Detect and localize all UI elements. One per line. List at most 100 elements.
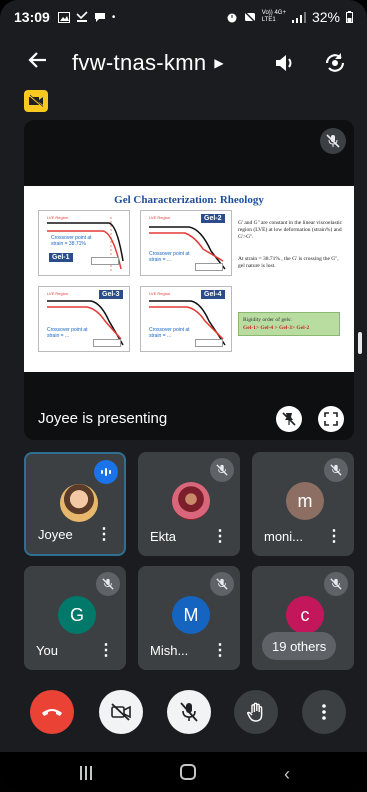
participant-name: Mish... [150, 643, 189, 658]
battery-icon [346, 11, 353, 23]
raise-hand-button[interactable] [234, 690, 278, 734]
back-arrow-icon[interactable] [18, 49, 58, 77]
fullscreen-icon [324, 412, 338, 426]
mic-off-icon [330, 464, 342, 476]
rigidity-box: Rigidity order of gels: Gel-1> Gel-4 > G… [238, 312, 340, 336]
mic-off-button[interactable] [167, 690, 211, 734]
mic-off-icon [216, 464, 228, 476]
avatar: c [286, 596, 324, 634]
clock: 13:09 [14, 9, 50, 25]
rigidity-order: Gel-1> Gel-4 > Gel-3> Gel-2 [243, 325, 310, 331]
dropdown-caret-icon[interactable]: ▶ [214, 56, 223, 70]
unpin-button[interactable] [276, 406, 302, 432]
speaking-indicator [94, 460, 118, 484]
more-vert-icon[interactable]: ⋮ [212, 526, 228, 546]
more-options-icon [322, 704, 326, 720]
more-vert-icon[interactable]: ⋮ [98, 640, 114, 660]
no-recording-badge [24, 90, 48, 112]
graph-label: Gel-2 [201, 214, 225, 223]
recent-apps-icon[interactable] [78, 766, 94, 780]
avatar [172, 482, 210, 520]
crossover-note: Crossover point at strain = ... [149, 251, 190, 263]
network-bottom: LTE1 [261, 17, 276, 23]
shared-slide: Gel Characterization: Rheology LVE Regio… [24, 186, 354, 372]
participant-mute [210, 572, 234, 596]
slide-text-crossover: At strain = 38.71% , the G' is crossing … [238, 256, 339, 269]
camera-off-button[interactable] [99, 690, 143, 734]
rheology-graph: LVE Region Crossover point at strain = 3… [38, 210, 130, 276]
mic-off-icon [102, 578, 114, 590]
fullscreen-button[interactable] [318, 406, 344, 432]
more-vert-icon[interactable]: ⋮ [212, 640, 228, 660]
participant-name: You [36, 643, 58, 658]
avatar [60, 484, 98, 522]
graph-label: Gel-1 [49, 253, 73, 262]
hang-up-icon [42, 709, 62, 716]
graph-legend [93, 339, 121, 347]
4g-signal-icon [291, 11, 306, 23]
graph-legend [195, 339, 223, 347]
more-vert-icon[interactable]: ⋮ [326, 526, 342, 546]
participant-tile[interactable]: Joyee ⋮ [24, 452, 126, 556]
gallery-icon [57, 11, 70, 23]
rheology-graph: LVE Region Gel-2 Crossover point at stra… [140, 210, 232, 276]
battery-level: 32% [311, 9, 340, 25]
android-nav-bar: ‹ [0, 752, 367, 792]
crossover-note: Crossover point at strain = ... [47, 327, 88, 339]
slide-text-lve: G' and G'' are constant in the linear vi… [238, 220, 343, 240]
camera-off-icon [111, 703, 131, 721]
more-options-button[interactable] [302, 690, 346, 734]
crossover-note: Crossover point at strain = 38.71% [51, 235, 92, 247]
presentation-mic-off [320, 128, 346, 154]
avatar: G [58, 596, 96, 634]
avatar-letter: G [69, 604, 84, 625]
mute-icon [244, 12, 255, 22]
scrollbar[interactable] [358, 332, 362, 354]
participant-tile[interactable]: G You ⋮ [24, 566, 126, 670]
missed-call-icon [76, 11, 88, 22]
participant-mute [96, 572, 120, 596]
presentation-tile[interactable]: Gel Characterization: Rheology LVE Regio… [24, 120, 354, 440]
participant-name: moni... [264, 529, 304, 544]
participant-tile[interactable]: m moni... ⋮ [252, 452, 354, 556]
speaker-icon[interactable] [272, 50, 298, 76]
call-controls [0, 690, 367, 734]
others-count-chip[interactable]: 19 others [262, 632, 337, 660]
back-nav-icon[interactable]: ‹ [284, 764, 290, 785]
no-recording-icon [28, 94, 44, 108]
raise-hand-icon [247, 702, 263, 722]
status-bar: 13:09 • Vo)) 4G+ LTE1 32% [0, 0, 367, 34]
hang-up-button[interactable] [30, 690, 74, 734]
more-vert-icon[interactable]: ⋮ [96, 524, 112, 544]
avatar-letter: c [300, 604, 310, 625]
presenter-label: Joyee is presenting [38, 410, 168, 427]
participant-tile[interactable]: M Mish... ⋮ [138, 566, 240, 670]
participant-mute [324, 572, 348, 596]
rheology-graph: LVE Region Gel-3 Crossover point at stra… [38, 286, 130, 352]
network-top: Vo)) 4G+ [261, 10, 286, 16]
participant-name: Ekta [150, 529, 177, 544]
rheology-graph: LVE Region Gel-4 Crossover point at stra… [140, 286, 232, 352]
avatar-letter: M [183, 604, 199, 625]
home-icon[interactable] [180, 764, 196, 780]
dot-icon: • [111, 11, 116, 23]
slide-title: Gel Characterization: Rheology [114, 194, 264, 206]
graph-legend [195, 263, 223, 271]
flip-camera-icon[interactable] [322, 50, 348, 76]
participant-mute [324, 458, 348, 482]
mic-off-icon [216, 578, 228, 590]
meeting-code[interactable]: fvw-tnas-kmn [72, 50, 206, 76]
participant-name: Joyee [38, 527, 73, 542]
rigidity-title: Rigidity order of gels: [243, 317, 292, 323]
meeting-header: fvw-tnas-kmn ▶ [0, 40, 367, 86]
graph-legend [91, 257, 119, 265]
pin-off-icon [282, 412, 296, 426]
chat-bubble-icon [94, 13, 105, 22]
volte-icon: Vo)) 4G+ LTE1 [262, 10, 286, 24]
graph-label: Gel-3 [99, 290, 123, 299]
participant-tile[interactable]: Ekta ⋮ [138, 452, 240, 556]
alarm-icon [227, 13, 237, 23]
mic-off-icon [326, 134, 340, 148]
crossover-note: Crossover point at strain = ... [149, 327, 190, 339]
graph-label: Gel-4 [201, 290, 225, 299]
